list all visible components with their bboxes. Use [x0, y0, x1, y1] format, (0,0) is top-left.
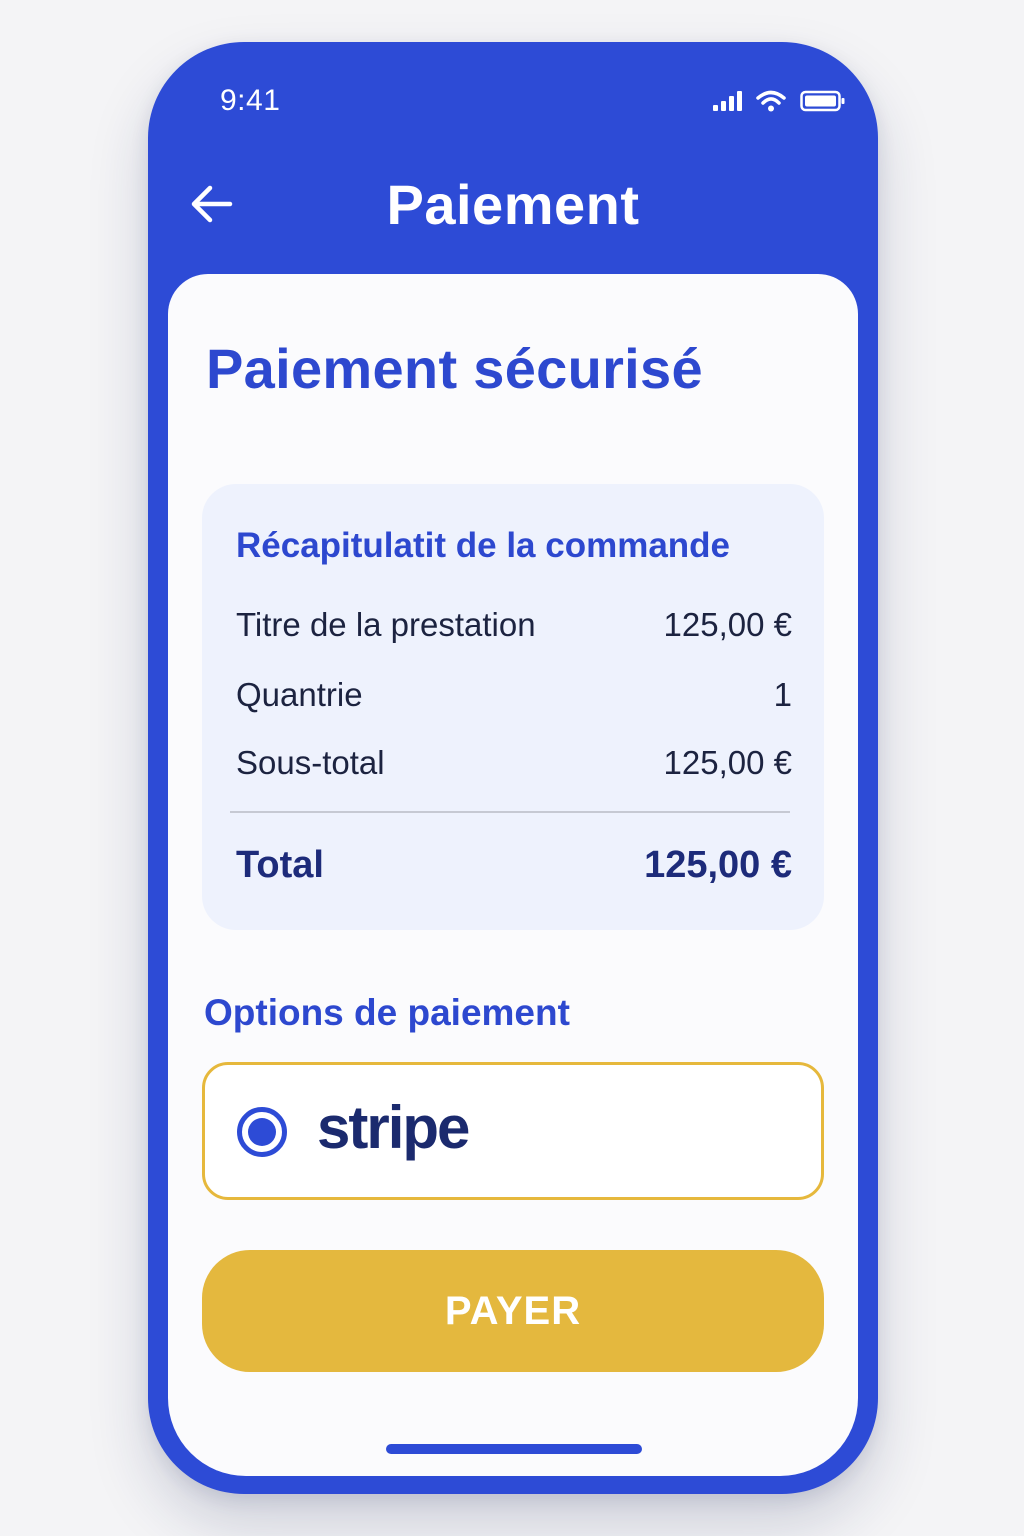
stripe-logo: stripe	[317, 1094, 470, 1161]
page-heading: Paiement sécurisé	[206, 337, 703, 400]
summary-row-label: Quantrie	[236, 676, 363, 713]
phone-frame: 9:41 Paiement Paiement sécurisé Récapitu…	[148, 42, 878, 1494]
summary-row-value: 1	[773, 676, 792, 713]
summary-row: Sous-total 125,00 €	[236, 744, 792, 782]
status-bar: 9:41	[148, 42, 878, 162]
status-time: 9:41	[220, 84, 281, 117]
radio-selected-dot	[248, 1118, 276, 1146]
home-indicator	[386, 1444, 642, 1454]
wifi-icon	[756, 90, 786, 112]
summary-divider	[230, 811, 790, 813]
stripe-payment-option[interactable]: stripe	[202, 1062, 824, 1200]
summary-row: Titre de la prestation 125,00 €	[236, 606, 792, 644]
total-row: Total 125,00 €	[236, 844, 792, 887]
pay-button[interactable]: PAYER	[202, 1250, 824, 1372]
radio-button[interactable]	[237, 1107, 287, 1157]
battery-icon	[800, 90, 846, 112]
summary-row-value: 125,00 €	[663, 744, 792, 781]
order-summary: Récapitulatit de la commande Titre de la…	[202, 484, 824, 930]
status-icons	[713, 90, 846, 112]
page-title: Paiement	[386, 173, 640, 236]
payment-options-heading: Options de paiement	[204, 992, 570, 1033]
total-value: 125,00 €	[644, 844, 792, 886]
summary-row: Quantrie 1	[236, 676, 792, 714]
nav-bar: Paiement	[148, 172, 878, 262]
signal-icon	[713, 91, 742, 111]
total-label: Total	[236, 844, 324, 886]
order-summary-title: Récapitulatit de la commande	[236, 526, 731, 565]
content-card: Paiement sécurisé Récapitulatit de la co…	[168, 274, 858, 1476]
summary-row-label: Titre de la prestation	[236, 606, 536, 643]
summary-row-value: 125,00 €	[663, 606, 792, 643]
summary-row-label: Sous-total	[236, 744, 385, 781]
